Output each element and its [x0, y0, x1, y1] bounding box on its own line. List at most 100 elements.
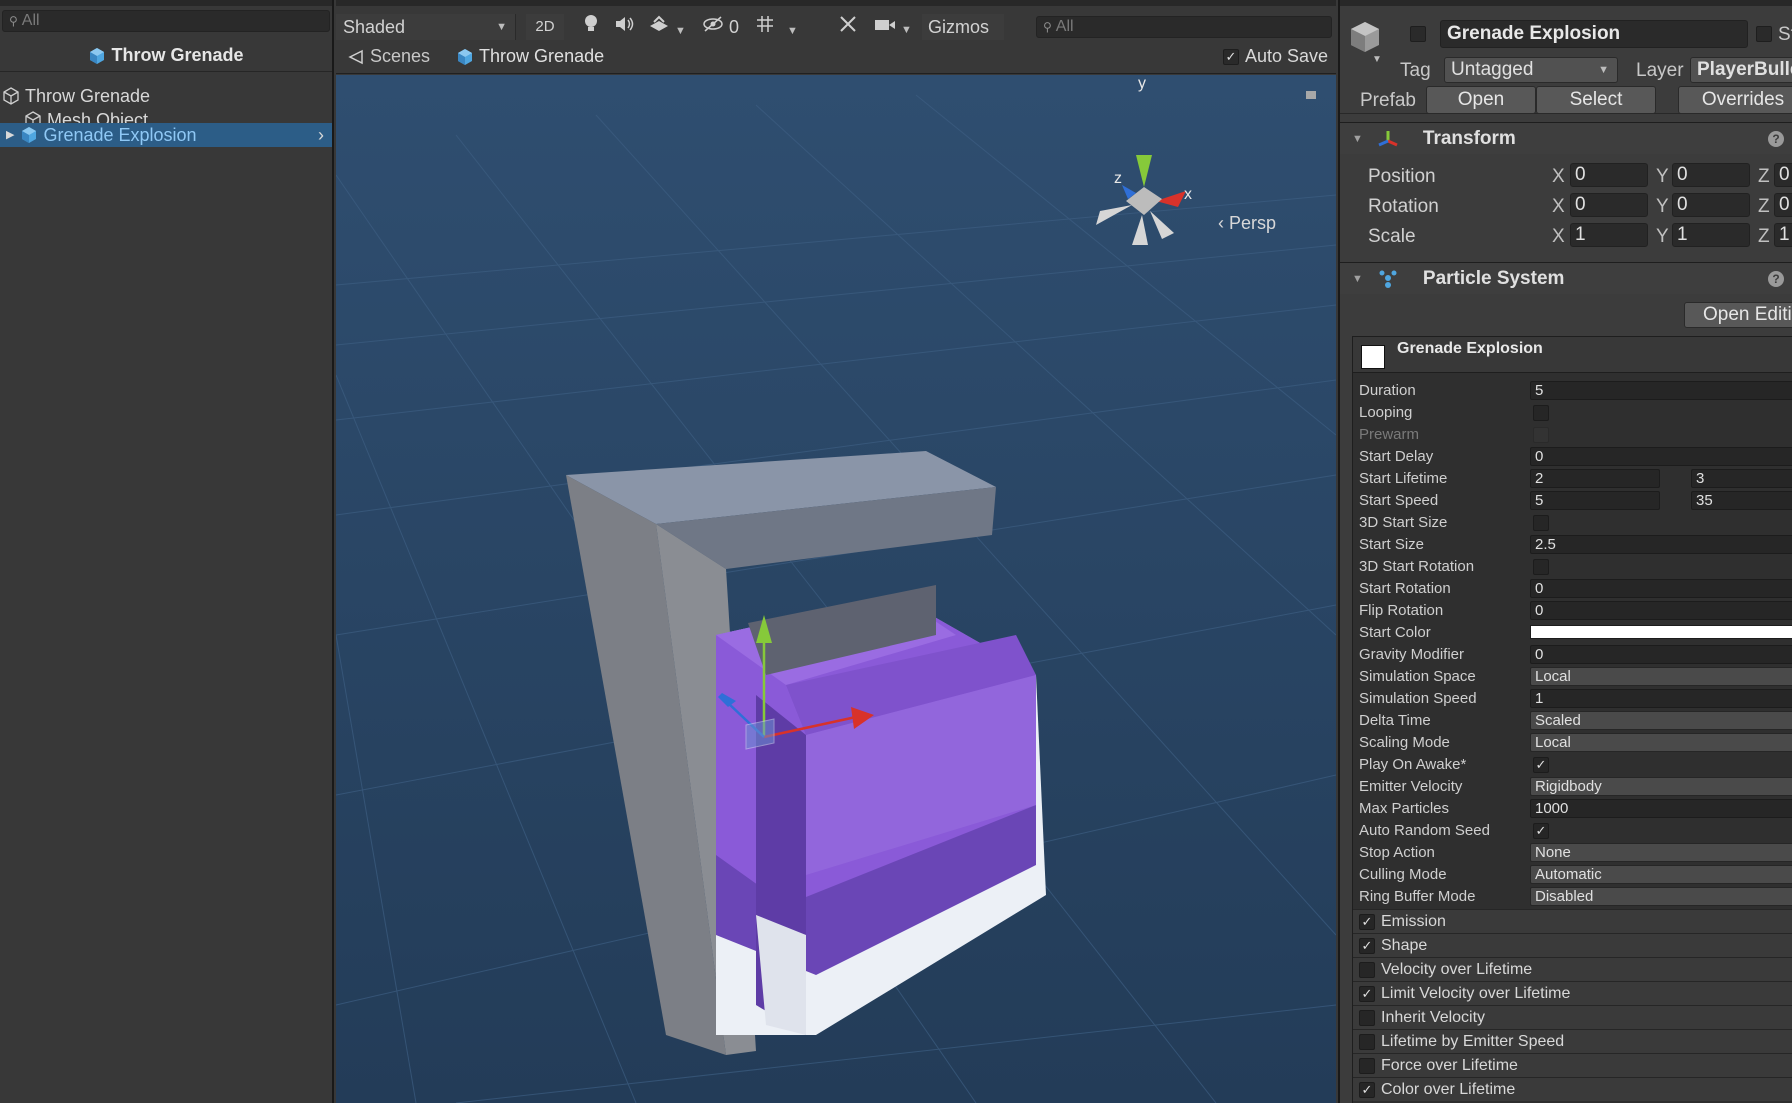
start-speed-max-field[interactable]: 35 [1691, 491, 1792, 510]
scale-y-field[interactable]: 1 [1672, 223, 1750, 247]
gizmos-dropdown[interactable]: Gizmos ▼ [922, 14, 1004, 62]
max-particles-field[interactable]: 1000 [1530, 799, 1792, 818]
scene-viewport[interactable]: y x z ‹ Persp [336, 75, 1336, 1103]
flip-rotation-field[interactable]: 0 [1530, 601, 1792, 620]
start-rotation-label: Start Rotation [1359, 580, 1451, 597]
module-enabled-checkbox[interactable]: ✓ [1359, 938, 1375, 954]
grid-icon [757, 16, 773, 32]
module-color-over-lifetime[interactable]: ✓ Color over Lifetime [1353, 1077, 1792, 1101]
object-name-field[interactable]: Grenade Explosion [1440, 20, 1748, 48]
particle-main-module-header[interactable]: Grenade Explosion [1353, 337, 1792, 373]
help-icon[interactable]: ? [1768, 270, 1784, 287]
rotation-z-field[interactable]: 0 [1774, 193, 1792, 217]
module-limit-velocity-over-lifetime[interactable]: ✓ Limit Velocity over Lifetime [1353, 981, 1792, 1005]
play-on-awake-checkbox[interactable]: ✓ [1533, 757, 1549, 773]
tag-dropdown[interactable]: Untagged ▼ [1444, 57, 1618, 83]
particle-system-header[interactable]: ▼ Particle System ? [1340, 262, 1792, 294]
position-x-field[interactable]: 0 [1570, 163, 1648, 187]
module-enabled-checkbox[interactable]: ✓ [1359, 986, 1375, 1002]
prefab-select-button[interactable]: Select [1536, 86, 1656, 114]
lighting-toggle-icon[interactable] [578, 14, 604, 40]
prefab-open-button[interactable]: Open [1426, 86, 1536, 114]
shading-mode-dropdown[interactable]: Shaded ▼ [336, 14, 516, 40]
hidden-objects-toggle[interactable]: 0 [702, 14, 742, 40]
expand-arrow-icon[interactable]: ▶ [6, 123, 14, 147]
module-enabled-checkbox[interactable]: ✓ [1359, 1082, 1375, 1098]
hierarchy-search-input[interactable]: ⚲ All [2, 10, 330, 32]
module-enabled-checkbox[interactable] [1359, 962, 1375, 978]
projection-toggle[interactable]: ‹ Persp [1218, 213, 1276, 234]
looping-row: Looping [1353, 401, 1792, 423]
active-checkbox[interactable] [1410, 26, 1426, 42]
module-velocity-over-lifetime[interactable]: Velocity over Lifetime [1353, 957, 1792, 981]
start-delay-field[interactable]: 0 [1530, 447, 1792, 466]
module-emission[interactable]: ✓ Emission [1353, 909, 1792, 933]
particle-system-title: Particle System [1422, 267, 1565, 289]
gravity-modifier-field[interactable]: 0 [1530, 645, 1792, 664]
looping-checkbox[interactable] [1533, 405, 1549, 421]
module-enabled-checkbox[interactable] [1359, 1058, 1375, 1074]
scene-search-input[interactable]: ⚲ All [1036, 16, 1332, 38]
transform-header[interactable]: ▼ Transform ? [1340, 122, 1792, 154]
breadcrumb-current[interactable]: Throw Grenade [456, 46, 604, 67]
particle-preview-swatch [1361, 345, 1385, 369]
scale-x-field[interactable]: 1 [1570, 223, 1648, 247]
scaling-mode-label: Scaling Mode [1359, 734, 1450, 751]
emitter-velocity-dropdown[interactable]: Rigidbody [1530, 777, 1792, 796]
icon-dropdown-arrow-icon[interactable]: ▼ [1372, 54, 1382, 65]
module-inherit-velocity[interactable]: Inherit Velocity [1353, 1005, 1792, 1029]
prefab-overrides-button[interactable]: Overrides [1678, 86, 1792, 114]
start-color-swatch[interactable] [1530, 625, 1792, 639]
help-icon[interactable]: ? [1768, 130, 1784, 147]
hierarchy-item-throw-grenade[interactable]: Throw Grenade [0, 84, 332, 108]
audio-toggle-icon[interactable] [612, 14, 638, 40]
static-checkbox[interactable] [1756, 26, 1772, 42]
module-enabled-checkbox[interactable] [1359, 1034, 1375, 1050]
fold-arrow-icon[interactable]: ▼ [1352, 133, 1363, 145]
breadcrumb-scenes[interactable]: Scenes [348, 46, 430, 67]
simulation-speed-field[interactable]: 1 [1530, 689, 1792, 708]
culling-mode-dropdown[interactable]: Automatic [1530, 865, 1792, 884]
open-prefab-chevron-icon[interactable]: › [318, 123, 324, 147]
position-y-field[interactable]: 0 [1672, 163, 1750, 187]
stop-action-dropdown[interactable]: None [1530, 843, 1792, 862]
auto-random-seed-checkbox[interactable]: ✓ [1533, 823, 1549, 839]
stop-action-label: Stop Action [1359, 844, 1435, 861]
simulation-space-dropdown[interactable]: Local [1530, 667, 1792, 686]
module-lifetime-by-emitter-speed[interactable]: Lifetime by Emitter Speed [1353, 1029, 1792, 1053]
scaling-mode-dropdown[interactable]: Local [1530, 733, 1792, 752]
camera-settings-dropdown[interactable]: ▼ [874, 14, 916, 40]
start-size-3d-checkbox[interactable] [1533, 515, 1549, 531]
auto-save-toggle[interactable]: ✓ Auto Save [1222, 46, 1328, 67]
rotation-x-field[interactable]: 0 [1570, 193, 1648, 217]
toggle-2d-button[interactable]: 2D [526, 14, 564, 40]
scale-z-field[interactable]: 1 [1774, 223, 1792, 247]
open-editor-button[interactable]: Open Editi [1684, 302, 1792, 328]
layer-dropdown[interactable]: PlayerBulle [1690, 57, 1792, 83]
module-force-over-lifetime[interactable]: Force over Lifetime [1353, 1053, 1792, 1077]
rotation-y-field[interactable]: 0 [1672, 193, 1750, 217]
start-rotation-3d-checkbox[interactable] [1533, 559, 1549, 575]
module-shape[interactable]: ✓ Shape [1353, 933, 1792, 957]
start-rotation-field[interactable]: 0 [1530, 579, 1792, 598]
hierarchy-item-grenade-explosion[interactable]: ▶ Grenade Explosion › [0, 123, 332, 147]
fold-arrow-icon[interactable]: ▼ [1352, 273, 1363, 285]
effects-toggle-dropdown[interactable]: ▼ [648, 14, 692, 40]
start-lifetime-max-field[interactable]: 3 [1691, 469, 1792, 488]
ring-buffer-mode-dropdown[interactable]: Disabled [1530, 887, 1792, 906]
duration-field[interactable]: 5 [1530, 381, 1792, 400]
module-enabled-checkbox[interactable] [1359, 1010, 1375, 1026]
particle-panel-title: Grenade Explosion [1397, 340, 1543, 357]
delta-time-dropdown[interactable]: Scaled [1530, 711, 1792, 730]
lock-icon[interactable] [1306, 91, 1316, 99]
delta-time-row: Delta Time Scaled [1353, 709, 1792, 731]
module-enabled-checkbox[interactable]: ✓ [1359, 914, 1375, 930]
start-speed-min-field[interactable]: 5 [1530, 491, 1660, 510]
start-size-field[interactable]: 2.5 [1530, 535, 1792, 554]
start-lifetime-min-field[interactable]: 2 [1530, 469, 1660, 488]
auto-save-checkbox[interactable]: ✓ [1222, 48, 1239, 65]
effects-icon [650, 15, 668, 31]
position-z-field[interactable]: 0 [1774, 163, 1792, 187]
grid-toggle-dropdown[interactable]: ▼ [754, 14, 804, 40]
tools-icon[interactable] [838, 14, 864, 40]
